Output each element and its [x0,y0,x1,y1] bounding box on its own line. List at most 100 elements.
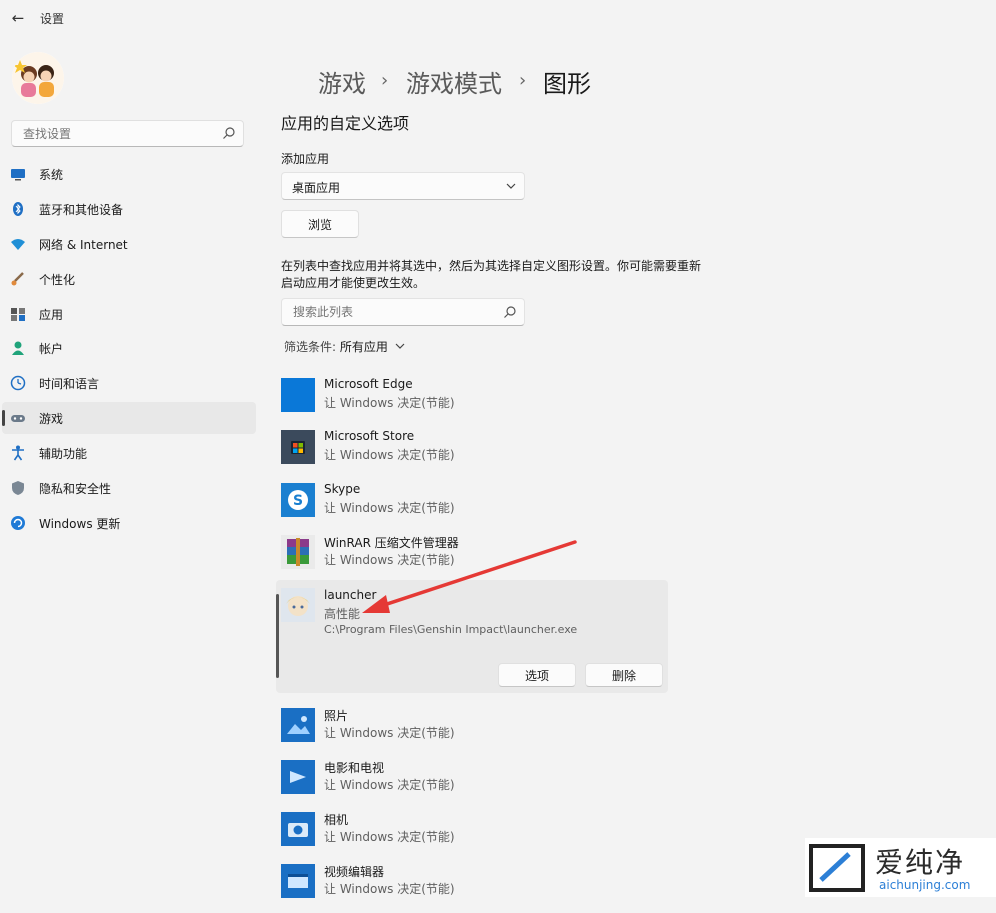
sidebar-item-label: 蓝牙和其他设备 [39,203,124,217]
list-search-box[interactable] [281,298,525,326]
app-name: 相机 [324,813,349,827]
breadcrumb-game-mode[interactable]: 游戏模式 [406,64,502,99]
app-row-movies[interactable]: 电影和电视 让 Windows 决定(节能) [276,757,668,809]
wifi-icon [11,239,25,250]
search-icon[interactable] [222,126,236,140]
settings-search-input[interactable] [21,126,215,142]
sidebar-item-network[interactable]: 网络 & Internet [2,228,256,260]
avatar[interactable] [12,52,64,104]
delete-button[interactable]: 删除 [585,663,663,687]
bluetooth-icon [13,202,23,216]
list-search-input[interactable] [291,304,485,320]
character-icon [281,588,315,622]
sidebar-item-windows-update[interactable]: Windows 更新 [2,507,256,539]
sidebar-item-accessibility[interactable]: 辅助功能 [2,437,256,469]
brush-icon [11,272,24,286]
app-name: Skype [324,482,361,496]
sidebar-item-label: 网络 & Internet [39,238,128,252]
accessibility-icon [12,445,24,461]
person-icon [12,341,24,355]
app-name: 照片 [324,709,349,723]
app-graphics-pref: 让 Windows 决定(节能) [324,501,455,515]
app-path: C:\Program Files\Genshin Impact\launcher… [324,623,578,636]
section-title: 应用的自定义选项 [281,114,410,133]
app-row-store[interactable]: Microsoft Store 让 Windows 决定(节能) [276,427,668,479]
camera-icon [281,812,315,846]
annotation-arrow [362,540,577,613]
breadcrumb-separator: › [519,70,527,91]
photos-icon [281,708,315,742]
app-type-dropdown[interactable]: 桌面应用 [281,172,525,200]
video-editor-icon [281,864,315,898]
window-title: 设置 [40,12,65,26]
sidebar-item-privacy[interactable]: 隐私和安全性 [2,472,256,504]
app-row-edge[interactable]: Microsoft Edge 让 Windows 决定(节能) [276,375,668,427]
breadcrumb-separator: › [381,70,389,91]
apps-icon [11,308,25,321]
chevron-down-icon [395,343,405,349]
title-bar: ← 设置 [0,0,996,36]
monitor-icon [11,169,25,181]
svg-text:S: S [293,493,303,509]
sidebar-item-time-language[interactable]: 时间和语言 [2,367,256,399]
store-icon [281,430,315,464]
add-app-label: 添加应用 [281,152,330,166]
app-row-video-editor[interactable]: 视频编辑器 让 Windows 决定(节能) [276,861,668,913]
app-name: Microsoft Edge [324,377,413,391]
breadcrumb-gaming[interactable]: 游戏 [318,64,366,99]
app-graphics-pref: 让 Windows 决定(节能) [324,778,455,792]
app-type-value: 桌面应用 [292,181,341,195]
sidebar-item-label: 时间和语言 [39,377,100,391]
app-row-camera[interactable]: 相机 让 Windows 决定(节能) [276,809,668,861]
filter-label: 筛选条件: [284,340,337,354]
app-graphics-pref: 让 Windows 决定(节能) [324,882,455,896]
sidebar-item-label: 游戏 [39,412,64,426]
options-button[interactable]: 选项 [498,663,576,687]
page-title: 图形 [543,70,591,98]
description-text: 在列表中查找应用并将其选中，然后为其选择自定义图形设置。你可能需要重新启动应用才… [281,259,702,290]
app-row-skype[interactable]: S Skype 让 Windows 决定(节能) [276,480,668,532]
app-graphics-pref: 让 Windows 决定(节能) [324,830,455,844]
skype-icon: S [281,483,315,517]
chevron-down-icon [506,183,516,189]
sidebar-item-label: 帐户 [39,342,64,356]
watermark-url: aichunjing.com [879,878,971,892]
logo-icon [809,844,865,892]
sidebar-item-personalization[interactable]: 个性化 [2,263,256,295]
app-graphics-pref: 让 Windows 决定(节能) [324,448,455,462]
sidebar-item-label: 应用 [39,308,64,322]
selection-indicator [2,410,5,426]
browse-button[interactable]: 浏览 [281,210,359,238]
sidebar-item-label: 个性化 [39,273,76,287]
sidebar-item-label: Windows 更新 [39,517,121,531]
sidebar-item-label: 隐私和安全性 [39,482,112,496]
filter-control[interactable]: 筛选条件: 所有应用 [284,338,405,355]
watermark: 爱纯净 aichunjing.com [805,838,996,897]
shield-icon [12,481,24,495]
app-graphics-pref: 让 Windows 决定(节能) [324,726,455,740]
back-arrow-icon[interactable]: ← [8,8,28,28]
movies-icon [281,760,315,794]
globe-clock-icon [10,375,26,391]
app-name: Microsoft Store [324,429,415,443]
sidebar-item-label: 辅助功能 [39,447,88,461]
gamepad-icon [11,415,25,422]
sidebar-item-system[interactable]: 系统 [2,158,256,190]
watermark-text: 爱纯净 [875,846,966,879]
sidebar-item-gaming[interactable]: 游戏 [2,402,256,434]
winrar-icon [281,535,315,569]
sidebar-item-accounts[interactable]: 帐户 [2,332,256,364]
update-icon [11,516,25,530]
filter-value: 所有应用 [339,340,388,354]
search-icon[interactable] [503,305,517,319]
app-graphics-pref: 让 Windows 决定(节能) [324,396,455,410]
app-row-photos[interactable]: 照片 让 Windows 决定(节能) [276,705,668,757]
sidebar-item-label: 系统 [39,168,64,182]
app-name: 视频编辑器 [324,865,385,879]
sidebar-item-bluetooth[interactable]: 蓝牙和其他设备 [2,193,256,225]
settings-search-box[interactable] [11,120,244,147]
edge-icon [281,378,315,412]
sidebar-item-apps[interactable]: 应用 [2,298,256,330]
app-name: 电影和电视 [324,761,385,775]
selection-indicator [276,594,279,678]
